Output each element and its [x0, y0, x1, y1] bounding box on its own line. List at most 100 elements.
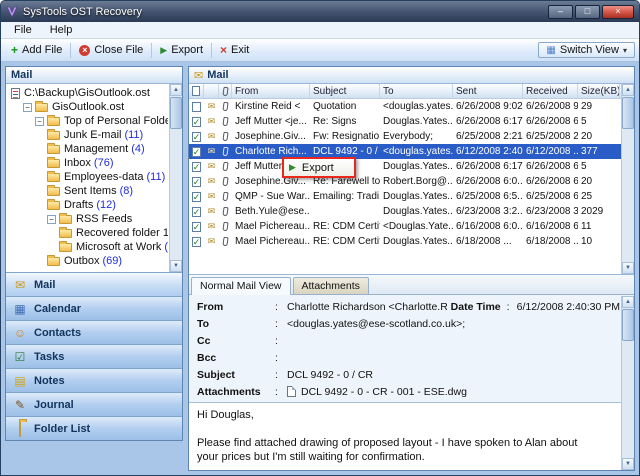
tree-item-gisoutlook-ost[interactable]: −GisOutlook.ost [8, 100, 168, 114]
scroll-down-icon[interactable]: ▼ [170, 260, 182, 272]
column-message-icon[interactable] [204, 84, 219, 98]
tree-item-c-backup-gisoutlook-ost[interactable]: C:\Backup\GisOutlook.ost [8, 86, 168, 100]
mail-row[interactable]: ✓✉Jeff Mutter <je...Re: SignsDouglas.Yat… [189, 114, 621, 129]
tab-normal-mail-view[interactable]: Normal Mail View [191, 277, 291, 295]
cell-checkbox[interactable]: ✓ [189, 162, 204, 172]
tree-item-employees-data[interactable]: Employees-data(11) [8, 170, 168, 184]
cell-checkbox[interactable]: ✓ [189, 132, 204, 142]
checkbox-icon[interactable]: ✓ [192, 117, 202, 127]
minimize-icon[interactable]: – [548, 5, 573, 19]
maximize-icon[interactable]: □ [575, 5, 600, 19]
tree-item-inbox[interactable]: Inbox(76) [8, 156, 168, 170]
checkbox-icon[interactable]: ✓ [192, 207, 202, 217]
column-header-sent[interactable]: Sent [453, 84, 523, 98]
nav-button-tasks[interactable]: ☑Tasks [6, 344, 182, 368]
mail-row[interactable]: ✓✉Beth.Yule@ese...Douglas.Yates...6/23/2… [189, 204, 621, 219]
tree-item-top-of-personal-folders[interactable]: −Top of Personal Folders(0) [8, 114, 168, 128]
main-area: Mail C:\Backup\GisOutlook.ost−GisOutlook… [1, 62, 639, 475]
checkbox-icon[interactable]: ✓ [192, 222, 202, 232]
tree-item-sent-items[interactable]: Sent Items(8) [8, 184, 168, 198]
cell-checkbox[interactable]: ✓ [189, 117, 204, 127]
field-row-from: From:Charlotte Richardson <Charlotte.Ric… [197, 298, 620, 315]
checkbox-icon[interactable]: ✓ [192, 192, 202, 202]
checkbox-icon[interactable]: ✓ [192, 132, 202, 142]
column-header-from[interactable]: From [232, 84, 310, 98]
tree-item-count: (4) [131, 143, 144, 155]
checkbox-icon [192, 86, 200, 96]
tree-item-rss-feeds[interactable]: −RSS Feeds [8, 212, 168, 226]
close-icon[interactable]: × [602, 5, 634, 19]
toolbar-add-file-button[interactable]: +Add File [5, 42, 68, 58]
scroll-down-icon[interactable]: ▼ [622, 262, 634, 274]
tree-item-junk-e-mail[interactable]: Junk E-mail(11) [8, 128, 168, 142]
column-header-size-kb[interactable]: Size(KB) [578, 84, 620, 98]
titlebar[interactable]: SysTools OST Recovery – □ × [1, 1, 639, 22]
mail-row[interactable]: ✓✉QMP - Sue War...Emailing: Tradi...Doug… [189, 189, 621, 204]
cell-to: Douglas.Yates... [380, 236, 453, 247]
cell-size: 20 [578, 131, 620, 142]
attachment-file[interactable]: DCL 9492 - 0 - CR - 001 - ESE.dwg [287, 386, 620, 398]
cell-size: 20 [578, 176, 620, 187]
nav-button-journal[interactable]: ✎Journal [6, 392, 182, 416]
toolbar-export-button[interactable]: ▶Export [154, 42, 209, 58]
mail-row[interactable]: ✓✉Jeff Mutter <j...Douglas.Yates...6/26/… [189, 159, 621, 174]
cell-size: 10 [578, 236, 620, 247]
list-scrollbar[interactable]: ▲ ▼ [621, 84, 634, 274]
mail-row[interactable]: ✓✉Charlotte Rich...DCL 9492 - 0 / CR<dou… [189, 144, 621, 159]
checkbox-icon[interactable]: ✓ [192, 147, 202, 157]
scroll-up-icon[interactable]: ▲ [170, 84, 182, 96]
column-header-received[interactable]: Received [523, 84, 578, 98]
field-colon: : [275, 335, 287, 347]
checkbox-icon[interactable]: ✓ [192, 177, 202, 187]
tree-item-recovered-folder-1[interactable]: Recovered folder 1(1) [8, 226, 168, 240]
cell-checkbox[interactable]: ✓ [189, 207, 204, 217]
cell-checkbox[interactable]: ✓ [189, 222, 204, 232]
column-attachment[interactable] [219, 84, 232, 98]
mail-row[interactable]: ✓✉Mael Pichereau...RE: CDM Certifi...<Do… [189, 219, 621, 234]
scrollbar-thumb[interactable] [622, 309, 634, 341]
nav-button-notes[interactable]: ▤Notes [6, 368, 182, 392]
menu-file[interactable]: File [5, 23, 41, 37]
switch-view-button[interactable]: ▦ Switch View ▾ [538, 42, 635, 58]
scrollbar-thumb[interactable] [170, 97, 182, 129]
column-header-subject[interactable]: Subject [310, 84, 380, 98]
cell-checkbox[interactable]: ✓ [189, 147, 204, 157]
checkbox-icon[interactable] [192, 102, 201, 112]
scroll-up-icon[interactable]: ▲ [622, 84, 634, 96]
checkbox-icon[interactable]: ✓ [192, 162, 202, 172]
expander-minus-icon[interactable]: − [35, 117, 44, 126]
cell-checkbox[interactable]: ✓ [189, 177, 204, 187]
menu-help[interactable]: Help [41, 23, 82, 37]
mail-row[interactable]: ✓✉Josephine.Giv...Re: Farewell to...Robe… [189, 174, 621, 189]
nav-button-label: Tasks [34, 351, 64, 363]
mail-row[interactable]: ✓✉Josephine.Giv...Fw: Resignatio...Every… [189, 129, 621, 144]
tab-attachments[interactable]: Attachments [293, 277, 369, 294]
cell-checkbox[interactable]: ✓ [189, 192, 204, 202]
mail-row[interactable]: ✓✉Mael Pichereau...RE: CDM Certifi...Dou… [189, 234, 621, 249]
cell-checkbox[interactable]: ✓ [189, 237, 204, 247]
mail-row[interactable]: ✉Kirstine Reid <Quotation<douglas.yates.… [189, 99, 621, 114]
context-menu-export[interactable]: Export [302, 162, 334, 174]
cell-checkbox[interactable] [189, 102, 204, 112]
nav-button-folder-list[interactable]: Folder List [6, 416, 182, 440]
preview-scrollbar[interactable]: ▲ ▼ [621, 296, 634, 470]
nav-button-calendar[interactable]: ▦Calendar [6, 296, 182, 320]
tree-item-microsoft-at-work[interactable]: Microsoft at Work(18) [8, 240, 168, 254]
scroll-down-icon[interactable]: ▼ [622, 458, 634, 470]
expander-minus-icon[interactable]: − [47, 215, 56, 224]
tree-item-management[interactable]: Management(4) [8, 142, 168, 156]
column-header-to[interactable]: To [380, 84, 453, 98]
tree-item-drafts[interactable]: Drafts(12) [8, 198, 168, 212]
toolbar-exit-button[interactable]: ×Exit [214, 42, 255, 58]
toolbar-close-file-button[interactable]: ×Close File [73, 42, 149, 58]
cell-from: Mael Pichereau... [232, 221, 310, 232]
nav-button-contacts[interactable]: ☺Contacts [6, 320, 182, 344]
tree-item-outbox[interactable]: Outbox(69) [8, 254, 168, 268]
scrollbar-thumb[interactable] [622, 97, 634, 129]
expander-minus-icon[interactable]: − [23, 103, 32, 112]
column-checkbox[interactable] [189, 84, 204, 98]
scroll-up-icon[interactable]: ▲ [622, 296, 634, 308]
nav-button-mail[interactable]: ✉Mail [6, 272, 182, 296]
tree-scrollbar[interactable]: ▲ ▼ [169, 84, 182, 272]
checkbox-icon[interactable]: ✓ [192, 237, 202, 247]
